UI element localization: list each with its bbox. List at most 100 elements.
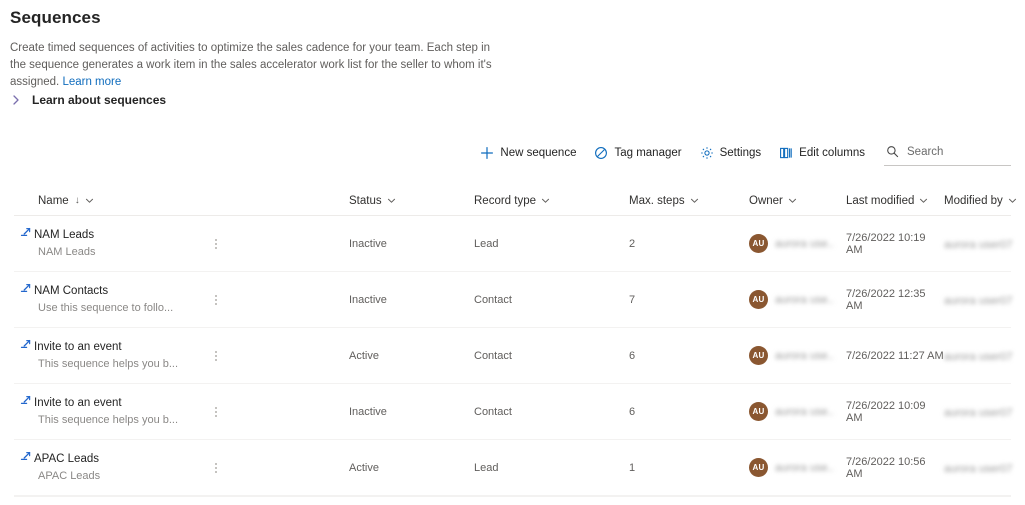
row-modified-by: aurora user07	[944, 459, 1025, 477]
table-row[interactable]: Invite to an event This sequence helps y…	[14, 328, 1013, 384]
row-record-type: Contact	[474, 349, 512, 362]
row-last-modified: 7/26/2022 10:19 AM	[846, 231, 926, 256]
row-menu-cell	[204, 234, 349, 254]
column-header-max-steps-label: Max. steps	[629, 194, 685, 207]
sort-ascending-icon: ↓	[74, 195, 80, 206]
column-header-last-modified-label: Last modified	[846, 194, 915, 207]
column-header-owner-label: Owner	[749, 194, 783, 207]
avatar: AU	[749, 234, 768, 253]
tag-manager-label: Tag manager	[614, 147, 682, 159]
more-vertical-icon[interactable]	[208, 346, 224, 366]
chevron-down-icon	[85, 196, 94, 205]
sequence-description: NAM Leads	[38, 246, 96, 258]
sequence-name: NAM Leads	[34, 229, 95, 241]
tag-icon	[594, 146, 608, 160]
owner-name: aurora use...	[775, 461, 833, 474]
table-row[interactable]: APAC Leads APAC Leads Active Lead 1 AU a…	[14, 440, 1013, 496]
row-status: Active	[349, 349, 379, 362]
sequences-grid: Name ↓ Status Record type Max. steps Own…	[14, 186, 1016, 497]
row-name-texts: APAC Leads APAC Leads	[34, 452, 100, 483]
row-record-type: Lead	[474, 237, 499, 250]
sequence-name: NAM Contacts	[34, 285, 109, 297]
row-name-cell[interactable]: Invite to an event This sequence helps y…	[14, 339, 204, 371]
column-header-modified-by-label: Modified by	[944, 194, 1003, 207]
modified-by-name: aurora user07	[944, 462, 1013, 475]
owner-name: aurora use...	[775, 405, 833, 418]
row-record-type: Contact	[474, 405, 512, 418]
avatar: AU	[749, 290, 768, 309]
row-modified-by: aurora user07	[944, 403, 1025, 421]
modified-by-name: aurora user07	[944, 238, 1013, 251]
learn-about-sequences-label: Learn about sequences	[32, 93, 167, 107]
row-owner: AU aurora use...	[749, 458, 846, 477]
settings-button[interactable]: Settings	[691, 143, 771, 163]
row-owner: AU aurora use...	[749, 402, 846, 421]
edit-columns-label: Edit columns	[799, 147, 865, 159]
sequence-arrow-icon	[20, 451, 34, 465]
column-header-status[interactable]: Status	[349, 195, 474, 207]
column-header-modified-by[interactable]: Modified by	[944, 195, 1025, 207]
new-sequence-label: New sequence	[500, 147, 577, 159]
sequence-name: Invite to an event	[34, 341, 122, 353]
settings-label: Settings	[719, 147, 762, 159]
row-max-steps: 2	[629, 237, 636, 250]
modified-by-name: aurora user07	[944, 294, 1013, 307]
row-name-texts: NAM Contacts Use this sequence to follo.…	[34, 284, 173, 315]
column-header-owner[interactable]: Owner	[749, 195, 846, 207]
row-modified-by: aurora user07	[944, 235, 1025, 253]
row-owner: AU aurora use...	[749, 346, 846, 365]
new-sequence-button[interactable]: New sequence	[471, 143, 585, 163]
sequence-name: Invite to an event	[34, 397, 122, 409]
row-menu-cell	[204, 346, 349, 366]
sequence-name: APAC Leads	[34, 453, 99, 465]
row-name-texts: Invite to an event This sequence helps y…	[34, 396, 178, 427]
owner-name: aurora use...	[775, 237, 833, 250]
row-max-steps: 6	[629, 349, 636, 362]
learn-about-sequences-toggle[interactable]: Learn about sequences	[10, 93, 166, 107]
table-row[interactable]: NAM Leads NAM Leads Inactive Lead 2 AU a…	[14, 216, 1013, 272]
grid-header-row: Name ↓ Status Record type Max. steps Own…	[14, 186, 1016, 216]
row-name-texts: Invite to an event This sequence helps y…	[34, 340, 178, 371]
more-vertical-icon[interactable]	[208, 402, 224, 422]
column-header-status-label: Status	[349, 194, 382, 207]
table-row[interactable]: Invite to an event This sequence helps y…	[14, 384, 1013, 440]
row-status: Inactive	[349, 237, 387, 250]
column-header-record-type[interactable]: Record type	[474, 195, 629, 207]
edit-columns-button[interactable]: Edit columns	[770, 143, 874, 163]
command-bar: New sequence Tag manager Settings Edit c…	[471, 139, 1011, 167]
sequence-description: This sequence helps you b...	[38, 414, 179, 426]
row-name-cell[interactable]: Invite to an event This sequence helps y…	[14, 395, 204, 427]
avatar: AU	[749, 402, 768, 421]
row-last-modified: 7/26/2022 11:27 AM	[846, 349, 944, 362]
modified-by-name: aurora user07	[944, 406, 1013, 419]
chevron-down-icon	[690, 196, 699, 205]
more-vertical-icon[interactable]	[208, 234, 224, 254]
row-name-cell[interactable]: NAM Contacts Use this sequence to follo.…	[14, 283, 204, 315]
column-header-record-type-label: Record type	[474, 194, 537, 207]
chevron-down-icon	[1008, 196, 1017, 205]
learn-more-link[interactable]: Learn more	[62, 76, 121, 88]
columns-icon	[779, 146, 793, 160]
column-header-name[interactable]: Name ↓	[14, 195, 204, 207]
row-modified-by: aurora user07	[944, 291, 1025, 309]
table-row[interactable]: NAM Contacts Use this sequence to follo.…	[14, 272, 1013, 328]
tag-manager-button[interactable]: Tag manager	[585, 143, 690, 163]
chevron-down-icon	[919, 196, 928, 205]
row-record-type: Contact	[474, 293, 512, 306]
owner-name: aurora use...	[775, 349, 833, 362]
row-status: Active	[349, 461, 379, 474]
row-name-cell[interactable]: NAM Leads NAM Leads	[14, 227, 204, 259]
search-box[interactable]	[884, 140, 1011, 166]
sequence-arrow-icon	[20, 227, 34, 241]
column-header-last-modified[interactable]: Last modified	[846, 195, 944, 207]
row-menu-cell	[204, 402, 349, 422]
more-vertical-icon[interactable]	[208, 458, 224, 478]
sequence-arrow-icon	[20, 395, 34, 409]
chevron-down-icon	[788, 196, 797, 205]
row-max-steps: 6	[629, 405, 636, 418]
more-vertical-icon[interactable]	[208, 290, 224, 310]
modified-by-name: aurora user07	[944, 350, 1013, 363]
column-header-max-steps[interactable]: Max. steps	[629, 195, 749, 207]
search-input[interactable]	[905, 144, 1009, 159]
row-name-cell[interactable]: APAC Leads APAC Leads	[14, 451, 204, 483]
